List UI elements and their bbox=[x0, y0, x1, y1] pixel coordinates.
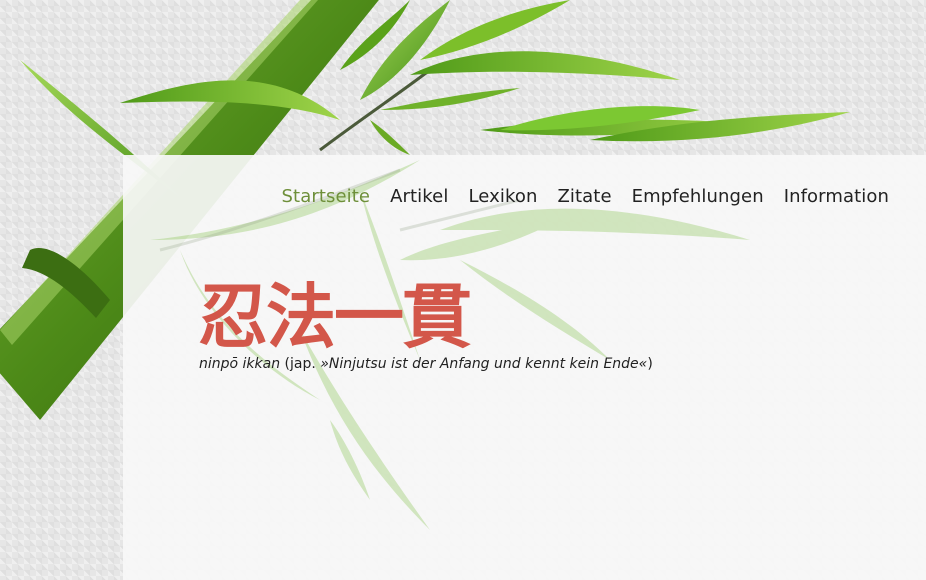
hero-subtitle: ninpō ikkan (jap. »Ninjutsu ist der Anfa… bbox=[199, 356, 653, 372]
hero-kanji-title: 忍法一貫 bbox=[198, 276, 472, 358]
hero-paren-open: (jap. bbox=[280, 356, 321, 372]
nav-item-information[interactable]: Information bbox=[784, 186, 889, 207]
nav-item-zitate[interactable]: Zitate bbox=[557, 186, 611, 207]
nav-item-startseite[interactable]: Startseite bbox=[282, 186, 371, 207]
hero-paren-close: ) bbox=[647, 356, 653, 372]
nav-item-artikel[interactable]: Artikel bbox=[390, 186, 448, 207]
main-navigation: Startseite Artikel Lexikon Zitate Empfeh… bbox=[282, 186, 889, 207]
nav-item-lexikon[interactable]: Lexikon bbox=[468, 186, 537, 207]
hero-romaji: ninpō ikkan bbox=[199, 356, 281, 372]
hero-translation: »Ninjutsu ist der Anfang und kennt kein … bbox=[320, 356, 648, 372]
nav-item-empfehlungen[interactable]: Empfehlungen bbox=[632, 186, 764, 207]
